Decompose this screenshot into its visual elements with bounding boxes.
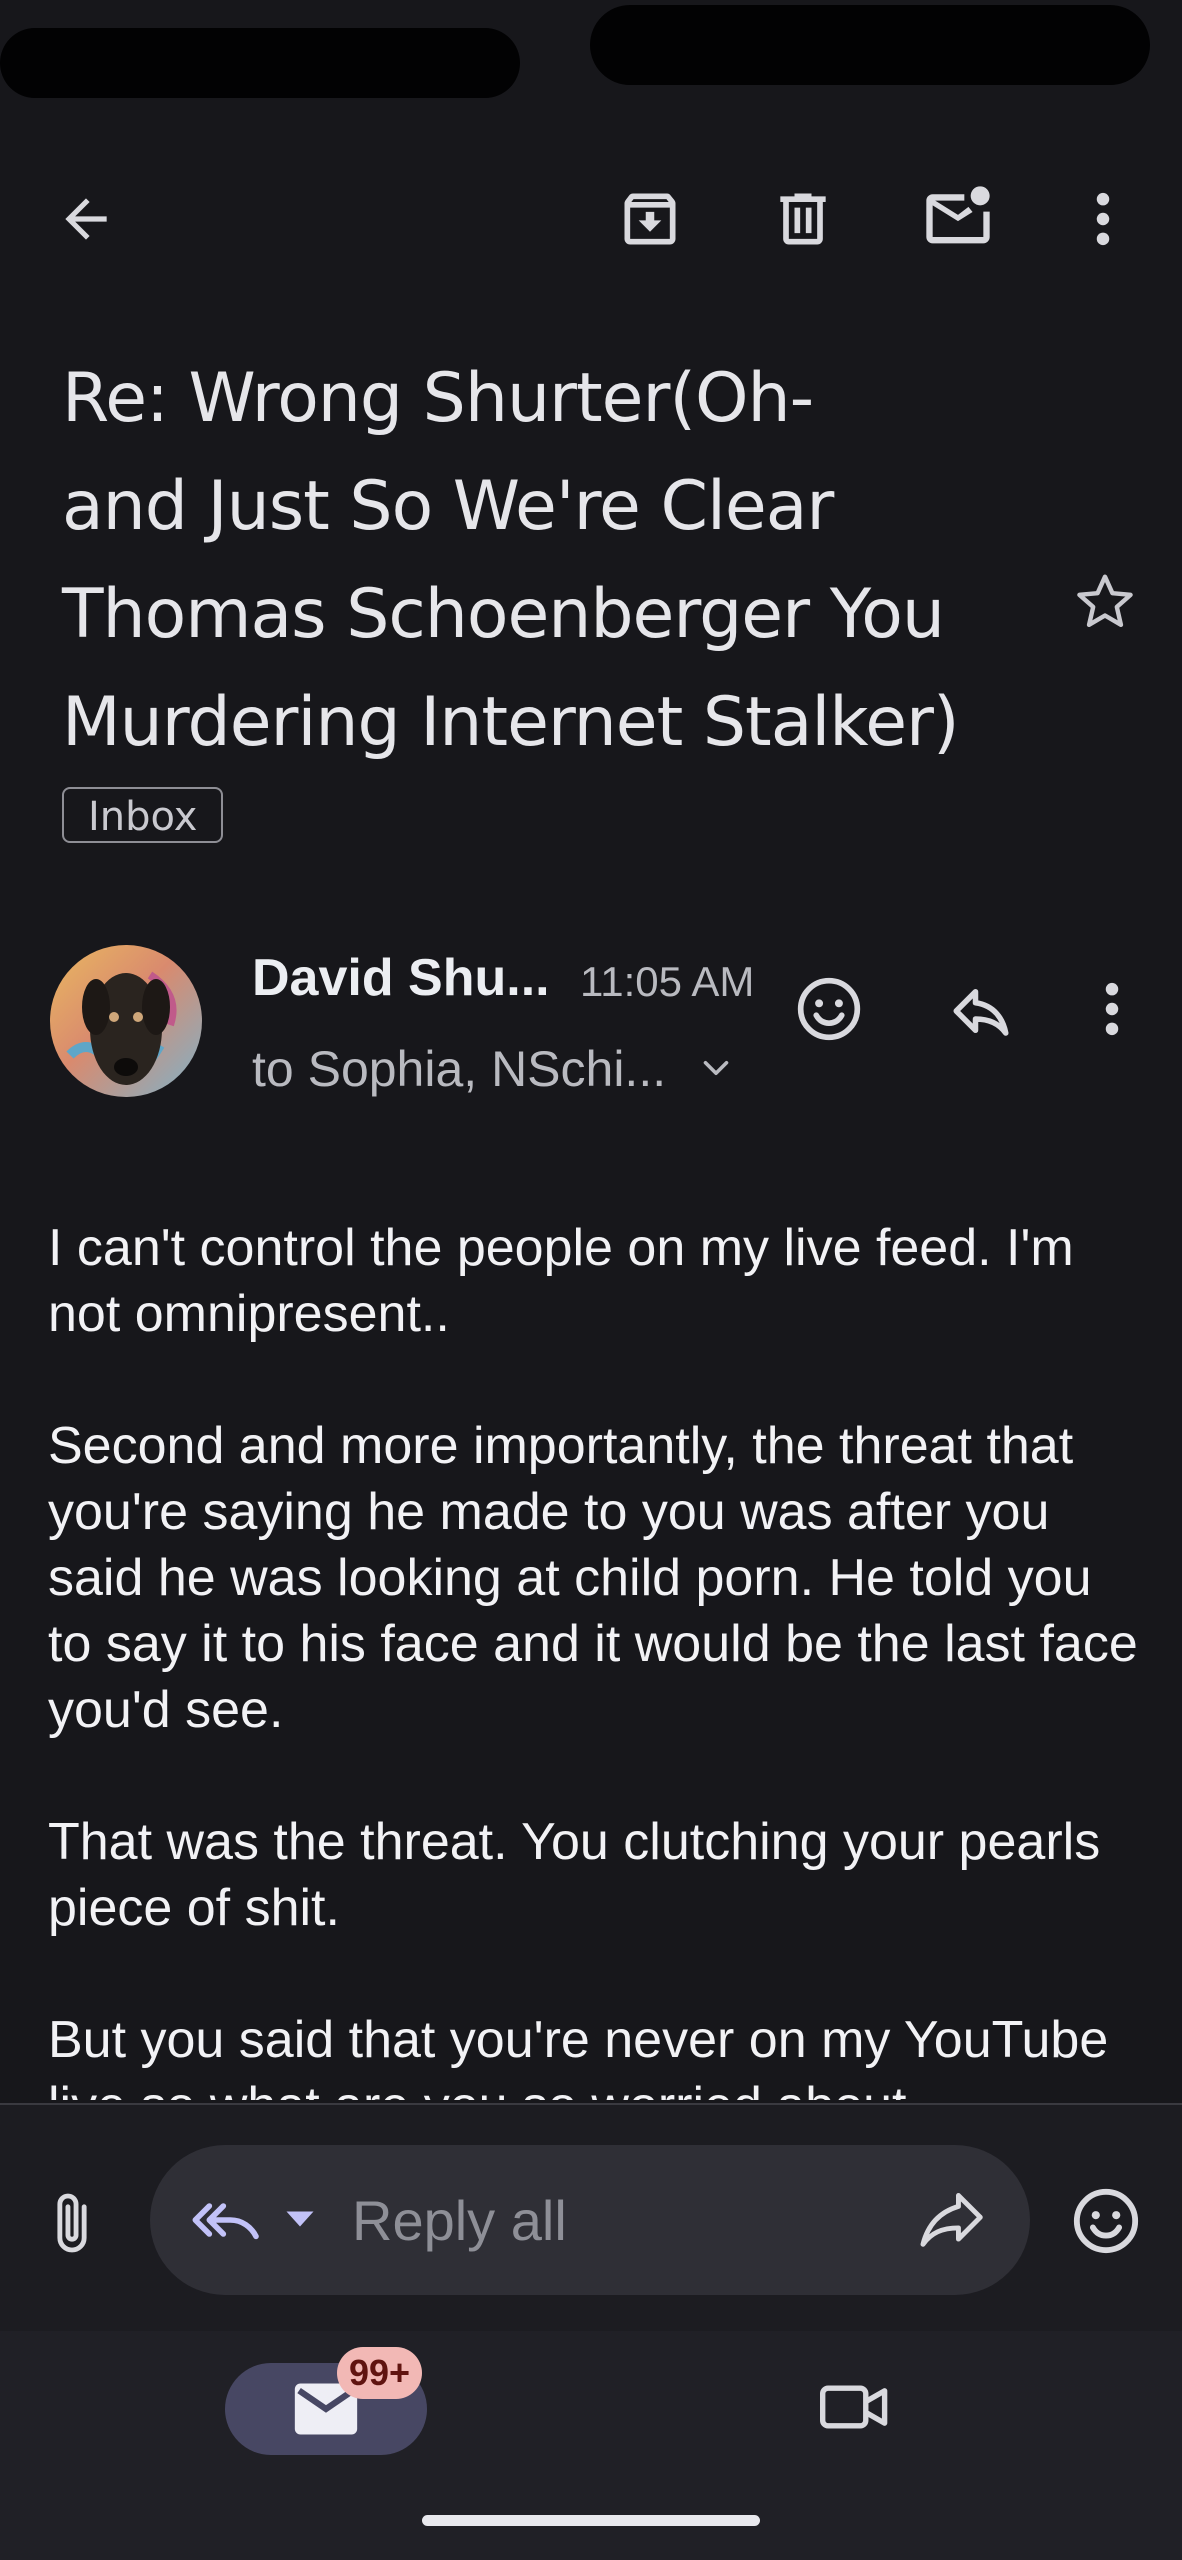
inbox-label-badge[interactable]: Inbox bbox=[62, 787, 224, 843]
mark-unread-mail-icon[interactable] bbox=[920, 180, 996, 256]
attachment-icon[interactable] bbox=[45, 2190, 99, 2256]
video-meet-icon[interactable] bbox=[820, 2375, 890, 2439]
dropdown-arrow-icon[interactable] bbox=[282, 2206, 318, 2232]
message-more-vert-icon[interactable] bbox=[1094, 975, 1130, 1043]
redacted-status-left bbox=[0, 28, 520, 98]
body-paragraph: That was the threat. You clutching your … bbox=[48, 1813, 1101, 1937]
recipients-summary[interactable]: to Sophia, NSchi... bbox=[252, 1040, 666, 1098]
subject-line: and Just So We're Clear bbox=[62, 467, 834, 546]
star-icon[interactable] bbox=[1072, 569, 1138, 635]
emoji-reaction-icon[interactable] bbox=[795, 975, 863, 1043]
sender-name[interactable]: David Shu... bbox=[252, 948, 550, 1008]
body-paragraph: I can't control the people on my live fe… bbox=[48, 1219, 1074, 1343]
email-body: I can't control the people on my live fe… bbox=[48, 1215, 1148, 2100]
body-paragraph: Second and more importantly, the threat … bbox=[48, 1417, 1138, 1739]
more-vert-icon[interactable] bbox=[1085, 185, 1121, 253]
email-subject: Re: Wrong Shurter(Oh- and Just So We're … bbox=[62, 345, 1022, 777]
redacted-status-right bbox=[590, 5, 1150, 85]
avatar[interactable] bbox=[50, 945, 202, 1097]
forward-icon[interactable] bbox=[920, 2190, 986, 2250]
reply-icon[interactable] bbox=[948, 978, 1014, 1044]
unread-count-badge: 99+ bbox=[337, 2347, 423, 2399]
emoji-icon[interactable] bbox=[1071, 2186, 1141, 2256]
trash-icon[interactable] bbox=[769, 185, 837, 253]
arrow-back-icon[interactable] bbox=[55, 188, 117, 250]
reply-all-icon[interactable] bbox=[192, 2192, 264, 2248]
home-indicator[interactable] bbox=[422, 2515, 760, 2526]
archive-icon[interactable] bbox=[616, 185, 684, 253]
body-paragraph: But you said that you're never on my You… bbox=[48, 2011, 1109, 2100]
subject-line: Thomas Schoenberger You bbox=[62, 575, 945, 654]
subject-line: Murdering Internet Stalker) bbox=[62, 683, 960, 762]
email-time: 11:05 AM bbox=[580, 958, 755, 1005]
reply-all-placeholder[interactable]: Reply all bbox=[352, 2188, 567, 2253]
chevron-down-icon[interactable] bbox=[698, 1050, 734, 1086]
subject-line: Re: Wrong Shurter(Oh- bbox=[62, 359, 814, 438]
